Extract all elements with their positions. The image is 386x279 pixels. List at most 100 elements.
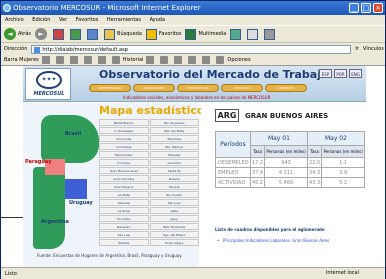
city-button[interactable]: Mendoza <box>149 135 199 142</box>
link-icon[interactable] <box>216 56 225 64</box>
favorites-button[interactable]: Favoritos <box>145 28 182 40</box>
city-button[interactable]: La Plata <box>99 191 149 198</box>
table-cell: 943 <box>264 157 308 168</box>
go-button[interactable]: Ir <box>355 46 359 52</box>
city-button[interactable]: Sgo. del Estero <box>149 231 199 238</box>
city-button[interactable]: Rio de Janeiro <box>149 119 199 126</box>
menu-edicion[interactable]: Edición <box>32 17 50 23</box>
link-icon[interactable] <box>41 56 50 64</box>
city-button[interactable]: Formosa <box>99 159 149 166</box>
options-link[interactable]: Opciones <box>227 57 250 63</box>
mercosur-map: Brasil Paraguay Uruguay Argentina <box>25 109 105 249</box>
city-button[interactable]: Rosario <box>149 175 199 182</box>
lang-eng[interactable]: ENG <box>349 69 362 78</box>
history-link[interactable]: Historial <box>123 57 144 63</box>
city-button[interactable]: Corrientes <box>99 143 149 150</box>
minimize-button[interactable]: _ <box>349 3 359 13</box>
city-button[interactable]: Concordia <box>99 135 149 142</box>
city-button[interactable]: Posadas <box>149 151 199 158</box>
city-button[interactable]: San Juan <box>149 199 199 206</box>
city-button[interactable]: Gran Córdoba <box>99 175 149 182</box>
label-brasil: Brasil <box>65 131 82 137</box>
link-icon[interactable] <box>111 56 120 64</box>
list-title: Lista de cuadros disponibles para el agl… <box>215 227 325 232</box>
link-icon[interactable] <box>174 56 183 64</box>
city-button[interactable]: Gran Buenos Aires <box>99 167 149 174</box>
lang-por[interactable]: POR <box>334 69 347 78</box>
table-cell: 5.466 <box>264 177 308 188</box>
map-region-argentina[interactable] <box>33 167 65 249</box>
link-icon[interactable] <box>69 56 78 64</box>
home-button[interactable] <box>87 28 100 40</box>
link-icon[interactable] <box>83 56 92 64</box>
link-icon[interactable] <box>202 56 211 64</box>
mail-button[interactable] <box>247 28 260 40</box>
table-cell: 3.9 <box>321 167 365 178</box>
city-button[interactable]: Santa Fe <box>149 167 199 174</box>
city-button[interactable]: Montevideo <box>99 151 149 158</box>
data-panel: ARG GRAN BUENOS AIRES Períodos May 01 Ma… <box>201 103 366 267</box>
menu-favoritos[interactable]: Favoritos <box>76 17 99 23</box>
city-button[interactable]: Paraná <box>149 183 199 190</box>
nav-presentacion[interactable]: PRESENTACIÓN <box>89 84 131 92</box>
table-cell: 1.1 <box>321 157 365 168</box>
city-button[interactable]: Jujuy <box>149 215 199 222</box>
close-button[interactable]: × <box>373 3 383 13</box>
status-bar: Listo Internet local <box>1 267 385 279</box>
city-button[interactable]: Salta <box>149 207 199 214</box>
city-button[interactable]: Pto. Madryn <box>149 143 199 150</box>
nav-estadisticas[interactable]: ESTADÍSTICAS <box>177 84 219 92</box>
link-icon[interactable] <box>188 56 197 64</box>
history-button[interactable] <box>230 28 243 40</box>
menu-ver[interactable]: Ver <box>59 17 67 23</box>
links-bar-label: Barra Mujeres <box>4 57 39 63</box>
link-icon[interactable] <box>55 56 64 64</box>
web-page: ✦✦✦ MERCOSUL Observatorio del Mercado de… <box>1 66 385 267</box>
refresh-button[interactable] <box>70 28 83 40</box>
address-input[interactable]: http://dialab/mercosur/default.asp <box>31 44 352 54</box>
map-panel: Brasil Paraguay Uruguay Argentina Mapa e… <box>23 103 204 267</box>
city-button[interactable]: Neuquén <box>99 223 149 230</box>
indicator-link[interactable]: Principales Indicadores Laborales. Gran … <box>217 238 363 243</box>
nav-indicadores[interactable]: INDICADORES <box>133 84 175 92</box>
map-region-brasil[interactable] <box>41 115 99 163</box>
city-button[interactable]: Porto Alegre <box>149 239 199 246</box>
link-icon[interactable] <box>160 56 169 64</box>
city-button[interactable]: San Luis <box>99 231 149 238</box>
forward-button[interactable]: ► <box>35 28 49 40</box>
city-button[interactable]: Río Cuarto <box>149 191 199 198</box>
map-region-uruguay[interactable] <box>65 179 87 199</box>
print-button[interactable] <box>264 28 277 40</box>
site-nav: PRESENTACIÓN INDICADORES ESTADÍSTICAS ES… <box>89 84 307 92</box>
link-icon[interactable] <box>97 56 106 64</box>
menu-ayuda[interactable]: Ayuda <box>150 17 165 23</box>
city-button[interactable]: Bahía Blanca <box>99 119 149 126</box>
back-button[interactable]: ◄ Atrás <box>4 28 31 40</box>
nav-contacto[interactable]: CONTACTO <box>265 84 307 92</box>
language-selector: ESP POR ENG <box>319 69 362 78</box>
city-button[interactable]: Belo Horizonte <box>149 223 199 230</box>
favorites-label: Favoritos <box>158 31 182 37</box>
city-button[interactable]: La Rioja <box>99 207 149 214</box>
links-button[interactable]: Vínculos <box>363 46 384 52</box>
city-button[interactable]: Ushuaia <box>99 199 149 206</box>
menu-herramientas[interactable]: Herramientas <box>107 17 141 23</box>
city-button[interactable]: Mar del Plata <box>149 127 199 134</box>
nav-estudios[interactable]: ESTUDIOS <box>221 84 263 92</box>
label-argentina: Argentina <box>41 219 69 225</box>
menu-archivo[interactable]: Archivo <box>5 17 24 23</box>
city-button[interactable]: Pelotas <box>99 239 149 246</box>
city-button[interactable]: Tucumán <box>99 215 149 222</box>
city-button[interactable]: Asunción <box>149 159 199 166</box>
maximize-button[interactable]: □ <box>361 3 371 13</box>
print-icon <box>264 28 276 40</box>
city-button[interactable]: Gran Rosario <box>99 183 149 190</box>
lang-esp[interactable]: ESP <box>319 69 332 78</box>
link-icon[interactable] <box>146 56 155 64</box>
multimedia-button[interactable]: Multimedia <box>185 28 226 40</box>
city-name: GRAN BUENOS AIRES <box>245 111 329 120</box>
mercosul-logo[interactable]: ✦✦✦ MERCOSUL <box>25 68 71 100</box>
stop-button[interactable] <box>53 28 66 40</box>
search-button[interactable]: Búsqueda <box>104 28 142 40</box>
city-button[interactable]: C. Rivadavia <box>99 127 149 134</box>
